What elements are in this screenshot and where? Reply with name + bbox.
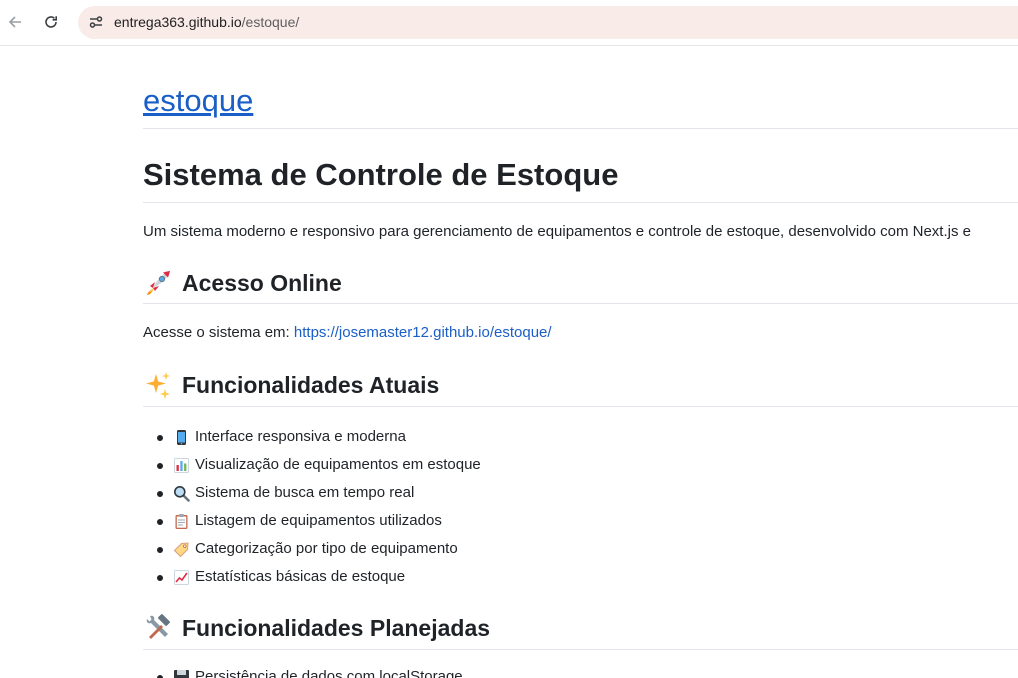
current-features-list: Interface responsiva e moderna Visualiza…: [143, 423, 481, 591]
mobile-phone-icon: [177, 429, 186, 445]
intro-paragraph: Um sistema moderno e responsivo para ger…: [143, 223, 971, 240]
bar-chart-icon: [174, 457, 189, 473]
planned-features-list: Persistência de dados com localStorage: [143, 663, 463, 678]
site-info-icon: [89, 16, 103, 28]
current-features-heading: Funcionalidades Atuais: [143, 370, 439, 400]
planned-features-title: Funcionalidades Planejadas: [182, 615, 491, 641]
list-item: Interface responsiva e moderna: [157, 423, 481, 451]
current-features-divider: [143, 406, 1018, 407]
list-item: Sistema de busca em tempo real: [157, 479, 481, 507]
list-item: Persistência de dados com localStorage: [157, 663, 463, 678]
reload-icon: [45, 16, 57, 28]
access-paragraph: Acesse o sistema em: https://josemaster1…: [143, 323, 552, 343]
list-item: Estatísticas básicas de estoque: [157, 563, 481, 591]
browser-toolbar: entrega363.github.io/estoque/: [0, 0, 1018, 46]
page-content: estoque Sistema de Controle de Estoque U…: [143, 46, 1018, 678]
list-item: Visualização de equipamentos em estoque: [157, 451, 481, 479]
list-item: Categorização por tipo de equipamento: [157, 535, 481, 563]
access-section-heading: Acesso Online: [143, 268, 342, 298]
list-item-text: Categorização por tipo de equipamento: [195, 540, 458, 557]
list-item-text: Interface responsiva e moderna: [195, 428, 406, 445]
url-path: /estoque/: [241, 14, 300, 30]
site-title-link[interactable]: estoque: [143, 82, 253, 120]
label-tag-icon: [173, 541, 189, 557]
title-divider: [143, 128, 1018, 129]
list-item-text: Estatísticas básicas de estoque: [195, 568, 406, 585]
current-features-title: Funcionalidades Atuais: [182, 372, 440, 398]
page-heading: Sistema de Controle de Estoque: [143, 157, 619, 192]
clipboard-icon: [175, 513, 188, 529]
planned-features-heading: Funcionalidades Planejadas: [143, 613, 490, 643]
access-section-title: Acesso Online: [182, 270, 342, 296]
access-text: Acesse o sistema em:: [143, 324, 294, 341]
planned-features-divider: [143, 649, 1018, 650]
reload-button[interactable]: [37, 8, 65, 36]
rocket-icon: [147, 271, 170, 295]
address-bar[interactable]: entrega363.github.io/estoque/: [78, 6, 1018, 39]
list-item-text: Persistência de dados com localStorage: [195, 668, 463, 678]
site-info-button[interactable]: [84, 10, 108, 34]
sparkles-icon: [146, 372, 170, 399]
floppy-disk-icon: [174, 669, 189, 678]
list-item-text: Listagem de equipamentos utilizados: [195, 512, 442, 529]
back-button[interactable]: [1, 8, 29, 36]
url-host: entrega363.github.io: [114, 14, 242, 30]
access-divider: [143, 303, 1018, 304]
url-text[interactable]: entrega363.github.io/estoque/: [114, 14, 299, 31]
chart-increasing-icon: [174, 569, 189, 585]
access-link[interactable]: https://josemaster12.github.io/estoque/: [294, 324, 552, 341]
magnifier-icon: [174, 485, 190, 502]
list-item-text: Visualização de equipamentos em estoque: [195, 456, 481, 473]
list-item-text: Sistema de busca em tempo real: [195, 484, 415, 501]
heading-divider: [143, 202, 1018, 203]
arrow-back-icon: [8, 16, 21, 28]
list-item: Listagem de equipamentos utilizados: [157, 507, 481, 535]
hammer-wrench-icon: [146, 614, 170, 639]
